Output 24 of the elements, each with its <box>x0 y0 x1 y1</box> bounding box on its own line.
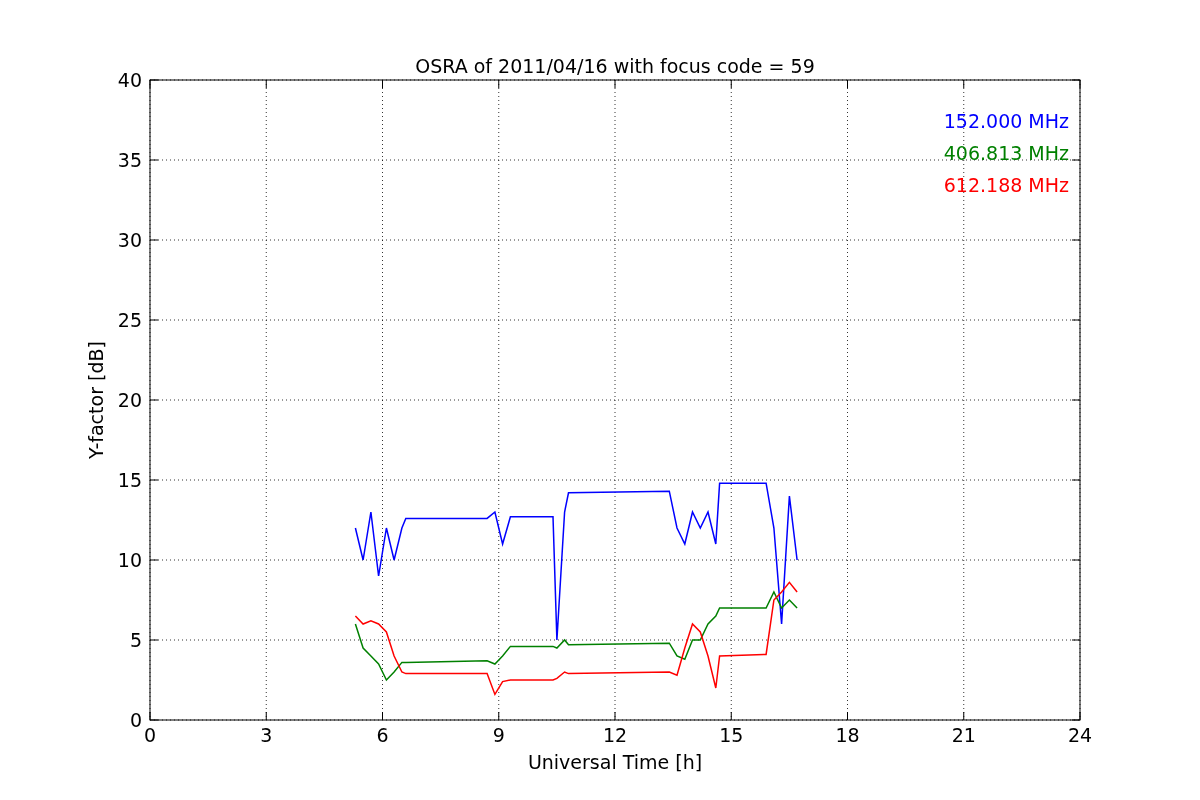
y-tick-label: 10 <box>117 549 142 571</box>
x-tick-label: 24 <box>1067 724 1093 746</box>
legend-label: 152.000 MHz <box>943 110 1069 132</box>
x-tick-label: 9 <box>492 724 505 746</box>
y-tick-label: 40 <box>117 69 142 91</box>
y-tick-label: 30 <box>117 229 142 251</box>
x-tick-label: 18 <box>835 724 860 746</box>
y-tick-label: 15 <box>117 469 142 491</box>
x-tick-label: 3 <box>260 724 273 746</box>
y-tick-label: 25 <box>117 309 142 331</box>
x-tick-label: 6 <box>376 724 389 746</box>
legend-label: 612.188 MHz <box>943 174 1069 196</box>
legend-label: 406.813 MHz <box>943 142 1069 164</box>
y-tick-label: 0 <box>129 709 142 731</box>
y-tick-label: 35 <box>117 149 142 171</box>
x-tick-label: 0 <box>143 724 157 746</box>
x-tick-label: 12 <box>602 724 628 746</box>
x-axis-label: Universal Time [h] <box>527 751 703 773</box>
chart-title: OSRA of 2011/04/16 with focus code = 59 <box>415 55 815 77</box>
x-tick-label: 21 <box>951 724 976 746</box>
x-tick-label: 15 <box>719 724 744 746</box>
y-tick-label: 5 <box>129 629 142 651</box>
y-tick-label: 20 <box>117 389 142 411</box>
y-axis-label: Y-factor [dB] <box>85 341 107 459</box>
